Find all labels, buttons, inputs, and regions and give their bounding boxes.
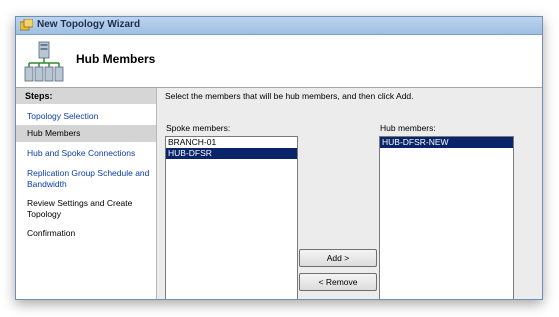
page-title: Hub Members [76, 52, 156, 66]
step-topology-selection[interactable]: Topology Selection [27, 111, 153, 122]
list-item[interactable]: BRANCH-01 [166, 137, 297, 148]
step-review-settings: Review Settings and Create Topology [27, 198, 133, 219]
steps-sidebar: Steps: Topology Selection Hub Members Hu… [16, 88, 157, 299]
steps-heading: Steps: [16, 88, 156, 104]
list-item[interactable]: HUB-DFSR [166, 148, 297, 159]
step-confirmation: Confirmation [27, 228, 76, 238]
instruction-text: Select the members that will be hub memb… [165, 91, 414, 101]
main-panel: Select the members that will be hub memb… [157, 88, 542, 299]
step-hub-members: Hub Members [27, 128, 81, 138]
step-hub-and-spoke-connections[interactable]: Hub and Spoke Connections [27, 148, 153, 159]
window-title: New Topology Wizard [37, 19, 141, 30]
list-item[interactable]: HUB-DFSR-NEW [380, 137, 513, 148]
spoke-members-label: Spoke members: [166, 123, 231, 133]
remove-button[interactable]: < Remove [299, 273, 377, 291]
wizard-header: Hub Members [16, 35, 542, 88]
hub-topology-icon [24, 41, 64, 82]
hub-members-list[interactable]: HUB-DFSR-NEW [379, 136, 514, 299]
wizard-window: New Topology Wizard Hub Members Steps: T… [15, 16, 543, 300]
hub-members-label: Hub members: [380, 123, 436, 133]
title-bar[interactable]: New Topology Wizard [16, 17, 542, 35]
topology-wizard-icon [20, 19, 33, 31]
step-replication-group-schedule[interactable]: Replication Group Schedule and Bandwidth [27, 168, 152, 190]
add-button[interactable]: Add > [299, 249, 377, 267]
spoke-members-list[interactable]: BRANCH-01 HUB-DFSR [165, 136, 298, 299]
